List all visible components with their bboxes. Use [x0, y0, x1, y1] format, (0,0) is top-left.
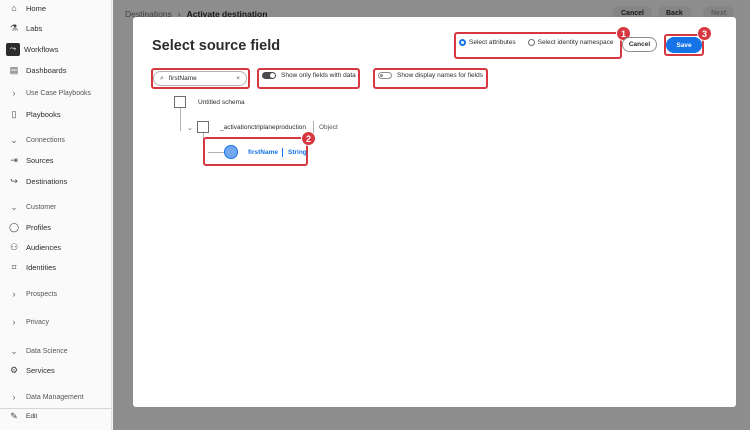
source-icon: ⇥	[10, 154, 18, 165]
nav-section-prospects[interactable]: › Prospects	[0, 286, 112, 302]
nav-section-connections[interactable]: ⌄ Connections	[0, 132, 112, 148]
nav-section-label: Privacy	[26, 318, 49, 326]
nav-services-label: Services	[26, 365, 55, 375]
toggle-display-names[interactable]: Show display names for fields	[378, 72, 483, 79]
chevron-right-icon: ›	[12, 317, 16, 327]
chevron-down-icon: ⌄	[10, 345, 18, 356]
home-icon: ⌂	[11, 3, 17, 13]
field-type-divider	[282, 148, 283, 157]
nav-audiences-label: Audiences	[26, 242, 62, 252]
dashboard-icon: ▤	[9, 64, 19, 75]
clear-search-icon[interactable]: ×	[236, 75, 240, 82]
tree-connector	[208, 152, 225, 153]
nav-section-data-management[interactable]: › Data Management	[0, 389, 112, 405]
chevron-down-icon[interactable]: ⌄	[187, 124, 193, 132]
radio-unchecked-icon	[527, 39, 535, 46]
nav-identities-label: Identities	[26, 262, 57, 272]
radio-select-attributes[interactable]: Select attributes	[459, 39, 516, 46]
nav-audiences[interactable]: ⚇ Audiences	[0, 237, 112, 257]
tree-connector	[180, 108, 181, 131]
toggle-display-names-label: Show display names for fields	[397, 72, 483, 79]
nav-playbooks[interactable]: ▯ Playbooks	[0, 104, 112, 124]
schema-root-label: Untitled schema	[198, 99, 245, 106]
chevron-down-icon: ⌄	[10, 201, 18, 212]
nav-destinations-label: Destinations	[26, 176, 68, 186]
nav-section-data-science[interactable]: ⌄ Data Science	[0, 343, 112, 359]
destination-icon: ↪	[10, 175, 18, 186]
nav-section-label: Connections	[26, 136, 65, 144]
chevron-right-icon: ›	[12, 88, 16, 98]
pencil-icon: ✎	[10, 410, 18, 421]
toggle-only-fields-with-data[interactable]: Show only fields with data	[262, 72, 356, 79]
chevron-right-icon: ›	[12, 392, 16, 402]
audience-icon: ⚇	[9, 241, 19, 252]
radio-select-attributes-label: Select attributes	[469, 39, 516, 46]
left-nav: ⌂ Home ⚗ Labs ⤳ Workflows ▤ Dashboards › Use …	[0, 0, 112, 430]
nav-dashboards-label: Dashboards	[26, 65, 67, 75]
nav-labs[interactable]: ⚗ Labs	[0, 18, 112, 38]
dialog-title: Select source field	[152, 38, 281, 54]
toggle-switch-off-icon	[378, 72, 392, 79]
chevron-right-icon: ›	[12, 289, 16, 299]
nav-home-label: Home	[26, 3, 47, 13]
nav-sources[interactable]: ⇥ Sources	[0, 150, 112, 170]
nav-dashboards[interactable]: ▤ Dashboards	[0, 60, 112, 80]
edit-label: Edit	[26, 412, 38, 420]
nav-section-use-case-playbooks[interactable]: › Use Case Playbooks	[0, 85, 112, 101]
radio-select-identity-label: Select identity namespace	[537, 39, 614, 46]
radio-select-identity-namespace[interactable]: Select identity namespace	[527, 39, 614, 46]
nav-labs-label: Labs	[26, 23, 43, 33]
nav-playbooks-label: Playbooks	[26, 109, 61, 119]
callout-badge-2: 2	[301, 131, 316, 146]
workflow-icon: ⤳	[6, 42, 20, 56]
nav-section-customer[interactable]: ⌄ Customer	[0, 199, 112, 215]
services-icon: ⚙	[9, 364, 19, 375]
nav-profiles[interactable]: ◯ Profiles	[0, 217, 112, 237]
select-source-field-dialog: Select source field Select attributes Se…	[133, 17, 736, 407]
chevron-down-icon: ⌄	[10, 134, 18, 145]
nav-profiles-label: Profiles	[26, 222, 52, 232]
dialog-save-button[interactable]: Save	[666, 37, 702, 53]
nav-section-label: Prospects	[26, 290, 58, 298]
toggle-only-fields-label: Show only fields with data	[281, 72, 356, 79]
nav-home[interactable]: ⌂ Home	[0, 0, 112, 18]
nav-workflows-label: Workflows	[24, 44, 59, 54]
schema-root-checkbox[interactable]	[174, 96, 186, 108]
toggle-switch-on-icon	[262, 72, 276, 79]
nav-destinations[interactable]: ↪ Destinations	[0, 171, 112, 191]
field-name-firstname[interactable]: firstName	[248, 149, 278, 156]
field-type-label: String	[288, 149, 307, 156]
nav-section-label: Use Case Playbooks	[26, 89, 91, 97]
nav-services[interactable]: ⚙ Services	[0, 360, 112, 380]
object-checkbox[interactable]	[197, 121, 209, 133]
nav-section-privacy[interactable]: › Privacy	[0, 314, 112, 330]
profile-icon: ◯	[8, 221, 20, 232]
object-field-label: _activationctrlplaneproduction	[220, 124, 306, 131]
identity-icon: ⌗	[11, 261, 17, 272]
search-value: firstName	[168, 75, 197, 82]
radio-checked-icon	[459, 39, 466, 46]
nav-section-label: Customer	[26, 203, 57, 211]
nav-identities[interactable]: ⌗ Identities	[0, 257, 112, 277]
dialog-cancel-button[interactable]: Cancel	[622, 37, 657, 52]
nav-workflows[interactable]: ⤳ Workflows	[0, 39, 112, 59]
field-select-radio[interactable]	[224, 145, 238, 159]
object-type-label: Object	[319, 124, 338, 131]
nav-section-label: Data Management	[26, 393, 84, 401]
field-search-input[interactable]: ⌕ firstName ×	[153, 71, 247, 86]
nav-section-label: Data Science	[26, 347, 68, 355]
callout-badge-3: 3	[697, 26, 712, 41]
search-icon: ⌕	[160, 74, 164, 82]
book-icon: ▯	[11, 108, 17, 119]
flask-icon: ⚗	[9, 22, 19, 33]
source-type-radio-group: Select attributes Select identity namesp…	[459, 39, 620, 46]
nav-sources-label: Sources	[26, 155, 54, 165]
object-type-divider	[313, 121, 314, 133]
edit-nav-button[interactable]: ✎ Edit	[0, 406, 112, 426]
